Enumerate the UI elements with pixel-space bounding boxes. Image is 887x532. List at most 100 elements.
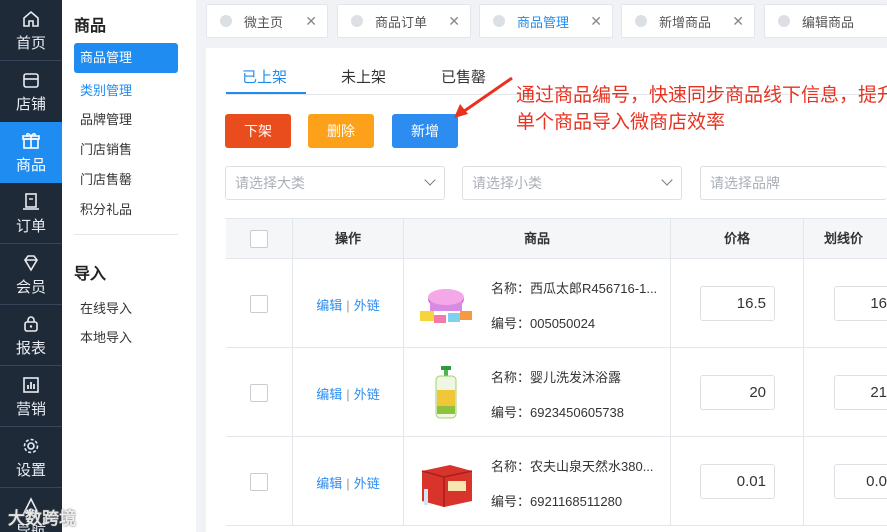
delete-button[interactable]: 删除 xyxy=(308,114,374,148)
nav-label: 商品 xyxy=(15,156,46,174)
external-link[interactable]: 外链 xyxy=(354,476,380,491)
main-panel: 已上架 未上架 已售罄 下架 删除 新增 通过商品编号，快速同步商品线下信息，提… xyxy=(206,48,887,532)
tab-add-goods[interactable]: 新增商品 ✕ xyxy=(621,4,755,38)
subcategory-select[interactable]: 请选择小类 xyxy=(462,166,682,200)
edit-link[interactable]: 编辑 xyxy=(316,387,342,402)
off-shelf-button[interactable]: 下架 xyxy=(225,114,291,148)
product-image xyxy=(421,465,473,507)
select-all-checkbox[interactable] xyxy=(250,230,268,248)
category-placeholder: 请选择大类 xyxy=(235,175,305,191)
price-input[interactable]: 0.01 xyxy=(700,464,775,499)
product-code: 编号：6921168511280 xyxy=(491,494,623,509)
status-tab-on-shelf[interactable]: 已上架 xyxy=(242,66,287,87)
nav-label: 营销 xyxy=(15,400,46,418)
product-image xyxy=(435,366,457,419)
table-row: 编辑 | 外链 名称：婴儿洗发沐浴露 编号：6923450605738 20 21 xyxy=(226,348,887,437)
row-checkbox[interactable] xyxy=(250,295,268,313)
nav-item-orders[interactable]: 订单 xyxy=(0,183,62,244)
lock-bag-icon xyxy=(24,315,38,332)
tab-dot-icon xyxy=(635,15,647,27)
product-name: 名称：婴儿洗发沐浴露 xyxy=(491,370,622,385)
watermark: 大数跨境 xyxy=(8,509,76,528)
submenu-item-category-manage[interactable]: 类别管理 xyxy=(80,80,132,99)
nav-item-home[interactable]: 首页 xyxy=(0,0,62,61)
nav-label: 会员 xyxy=(15,278,46,296)
gift-icon xyxy=(22,132,40,149)
status-tab-off-shelf[interactable]: 未上架 xyxy=(341,66,386,87)
active-tab-indicator xyxy=(226,92,306,94)
tab-edit-goods[interactable]: 编辑商品 xyxy=(764,4,887,38)
tab-label: 新增商品 xyxy=(659,14,712,30)
strike-price-input[interactable]: 16 xyxy=(834,286,887,321)
diamond-icon xyxy=(24,254,38,272)
header-strike-price: 划线价 xyxy=(824,231,864,246)
nav-label: 设置 xyxy=(15,461,46,479)
product-name: 名称：西瓜太郎R456716-1... xyxy=(491,281,658,296)
submenu-item-store-soldout[interactable]: 门店售罄 xyxy=(80,169,132,188)
table-header: 操作 商品 价格 划线价 xyxy=(226,219,887,259)
close-icon[interactable]: ✕ xyxy=(590,14,602,28)
tab-label: 商品订单 xyxy=(375,14,428,30)
tab-dot-icon xyxy=(220,15,232,27)
nav-item-marketing[interactable]: 营销 xyxy=(0,366,62,427)
home-icon xyxy=(23,10,39,27)
chevron-down-icon xyxy=(424,174,436,186)
product-code: 编号：6923450605738 xyxy=(491,405,624,420)
annotation-text: 通过商品编号，快速同步商品线下信息，提升单个商品导入微商店效率 xyxy=(516,85,887,133)
page-tabs: 微主页 ✕ 商品订单 ✕ 商品管理 ✕ 新增商品 ✕ 编辑商品 xyxy=(196,0,887,42)
external-link[interactable]: 外链 xyxy=(354,387,380,402)
external-link[interactable]: 外链 xyxy=(354,298,380,313)
submenu-title: 商品 xyxy=(74,18,107,35)
nav-item-members[interactable]: 会员 xyxy=(0,244,62,305)
strike-price-input[interactable]: 0.0 xyxy=(834,464,887,499)
row-checkbox[interactable] xyxy=(250,384,268,402)
sub-menu: 商品 商品管理 类别管理 品牌管理 门店销售 门店售罄 积分礼品 导入 在线导入… xyxy=(62,0,196,532)
edit-link[interactable]: 编辑 xyxy=(316,476,342,491)
main-nav: 首页 店铺 商品 订单 会员 报表 营销 设置 导航 xyxy=(0,0,62,532)
submenu-item-local-import[interactable]: 本地导入 xyxy=(80,327,132,346)
submenu-divider xyxy=(74,234,178,235)
price-input[interactable]: 20 xyxy=(700,375,775,410)
submenu-item-brand-manage[interactable]: 品牌管理 xyxy=(80,109,132,128)
category-select[interactable]: 请选择大类 xyxy=(225,166,445,200)
nav-item-settings[interactable]: 设置 xyxy=(0,427,62,488)
nav-item-store[interactable]: 店铺 xyxy=(0,61,62,122)
store-icon xyxy=(23,72,39,88)
close-icon[interactable]: ✕ xyxy=(305,14,317,28)
annotation-arrow-icon xyxy=(454,76,513,118)
price-input[interactable]: 16.5 xyxy=(700,286,775,321)
header-price: 价格 xyxy=(671,219,804,259)
nav-item-goods[interactable]: 商品 xyxy=(0,122,62,183)
tab-home[interactable]: 微主页 ✕ xyxy=(206,4,328,38)
strike-price-input[interactable]: 21 xyxy=(834,375,887,410)
submenu-item-goods-manage[interactable]: 商品管理 xyxy=(74,43,178,73)
chevron-down-icon xyxy=(661,174,673,186)
tab-goods-manage[interactable]: 商品管理 ✕ xyxy=(479,4,613,38)
table-row: 编辑 | 外链 名称：农夫山泉天然水380... 编号：6921168511280 … xyxy=(226,437,887,526)
close-icon[interactable]: ✕ xyxy=(448,14,460,28)
tab-label: 编辑商品 xyxy=(802,14,855,30)
edit-link[interactable]: 编辑 xyxy=(316,298,342,313)
submenu-item-store-sales[interactable]: 门店销售 xyxy=(80,139,132,158)
submenu-item-points-gifts[interactable]: 积分礼品 xyxy=(80,199,132,218)
close-icon[interactable]: ✕ xyxy=(732,14,744,28)
nav-item-reports[interactable]: 报表 xyxy=(0,305,62,366)
submenu-import-title: 导入 xyxy=(74,266,107,283)
tab-goods-orders[interactable]: 商品订单 ✕ xyxy=(337,4,471,38)
row-checkbox[interactable] xyxy=(250,473,268,491)
header-ops: 操作 xyxy=(293,219,404,259)
nav-label: 订单 xyxy=(15,217,46,235)
brand-select[interactable]: 请选择品牌 xyxy=(700,166,887,200)
order-icon xyxy=(23,192,39,210)
tab-label: 商品管理 xyxy=(517,14,570,30)
brand-placeholder: 请选择品牌 xyxy=(710,175,780,191)
bar-chart-icon xyxy=(23,376,39,393)
subcategory-placeholder: 请选择小类 xyxy=(472,175,542,191)
submenu-item-online-import[interactable]: 在线导入 xyxy=(80,298,132,317)
header-product: 商品 xyxy=(404,219,671,259)
nav-label: 店铺 xyxy=(15,95,46,113)
goods-table: 操作 商品 价格 划线价 编辑 | 外链 名称：西瓜太郎R456716-1...… xyxy=(225,218,887,526)
tab-dot-icon xyxy=(351,15,363,27)
product-code: 编号：005050024 xyxy=(491,316,596,331)
nav-label: 报表 xyxy=(15,339,46,357)
